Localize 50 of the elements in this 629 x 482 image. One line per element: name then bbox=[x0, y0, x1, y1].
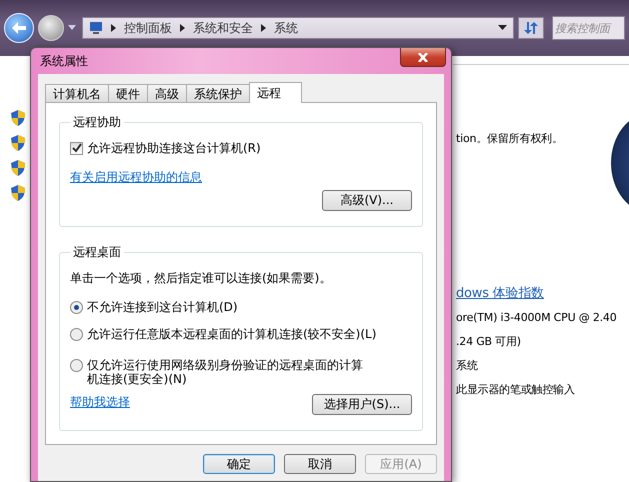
shield-icon bbox=[11, 185, 25, 201]
chevron-icon bbox=[111, 24, 116, 32]
radio-label[interactable]: 不允许连接到这台计算机(D) bbox=[87, 300, 238, 314]
radio-label[interactable]: 允许运行任意版本远程桌面的计算机连接(较不安全)(L) bbox=[87, 327, 376, 341]
computer-icon bbox=[89, 22, 103, 34]
info-text: 此显示器的笔或触控输入 bbox=[455, 382, 576, 398]
group-title: 远程协助 bbox=[72, 114, 122, 131]
group-title: 远程桌面 bbox=[72, 244, 122, 261]
link[interactable]: dows 体验指数 bbox=[453, 282, 629, 306]
address-bar[interactable]: 控制面板 系统和安全 系统 bbox=[82, 17, 514, 39]
radio-button[interactable] bbox=[70, 359, 83, 372]
breadcrumb-item[interactable]: 系统 bbox=[274, 20, 298, 36]
info-text: .24 GB 可用) bbox=[455, 334, 522, 350]
advanced-button[interactable]: 高级(V)... bbox=[322, 190, 412, 211]
radio-label[interactable]: 仅允许运行使用网络级别身份验证的远程桌面的计算机连接(更安全)(N) bbox=[87, 358, 370, 386]
chevron-icon bbox=[180, 24, 185, 32]
shield-icon bbox=[11, 160, 25, 176]
back-button[interactable] bbox=[4, 13, 34, 43]
close-icon bbox=[418, 52, 428, 62]
tab[interactable]: 远程 bbox=[249, 82, 302, 103]
info-link[interactable]: 有关启用远程协助的信息 bbox=[70, 169, 202, 186]
tab[interactable]: 系统保护 bbox=[186, 84, 250, 102]
forward-button[interactable] bbox=[38, 15, 64, 41]
info-text: ore(TM) i3-4000M CPU @ 2.40 bbox=[455, 310, 618, 326]
window-title: 系统属性 bbox=[39, 52, 88, 70]
dialog-button[interactable]: 确定 bbox=[203, 454, 275, 474]
select-users-button[interactable]: 选择用户(S)... bbox=[312, 394, 412, 415]
radio-button[interactable] bbox=[70, 301, 83, 314]
tab[interactable]: 高级 bbox=[147, 84, 187, 102]
shield-icon bbox=[11, 135, 25, 151]
refresh-button[interactable] bbox=[518, 17, 544, 39]
search-field[interactable]: 搜索控制面 bbox=[552, 16, 625, 40]
breadcrumb-item[interactable]: 系统和安全 bbox=[193, 20, 253, 36]
dialog-button[interactable]: 取消 bbox=[284, 454, 356, 474]
info-text: tion。保留所有权利。 bbox=[455, 131, 564, 147]
shield-icon bbox=[11, 110, 25, 126]
info-text: 系统 bbox=[455, 358, 479, 374]
close-button[interactable] bbox=[400, 48, 446, 67]
dropdown-arrow-icon[interactable] bbox=[498, 25, 507, 31]
radio-button[interactable] bbox=[70, 328, 83, 341]
instruction-text: 单击一个选项，然后指定谁可以连接(如果需要)。 bbox=[70, 270, 332, 287]
tab[interactable]: 硬件 bbox=[108, 84, 148, 102]
help-link[interactable]: 帮助我选择 bbox=[70, 394, 130, 411]
back-arrow-icon bbox=[12, 22, 26, 34]
chevron-icon bbox=[261, 24, 266, 32]
breadcrumb-item[interactable]: 控制面板 bbox=[124, 20, 172, 36]
tab[interactable]: 计算机名 bbox=[45, 84, 109, 102]
checkbox-label[interactable]: 允许远程协助连接这台计算机(R) bbox=[87, 141, 261, 155]
refresh-arrows-icon bbox=[524, 21, 538, 35]
checkbox[interactable] bbox=[70, 142, 83, 155]
